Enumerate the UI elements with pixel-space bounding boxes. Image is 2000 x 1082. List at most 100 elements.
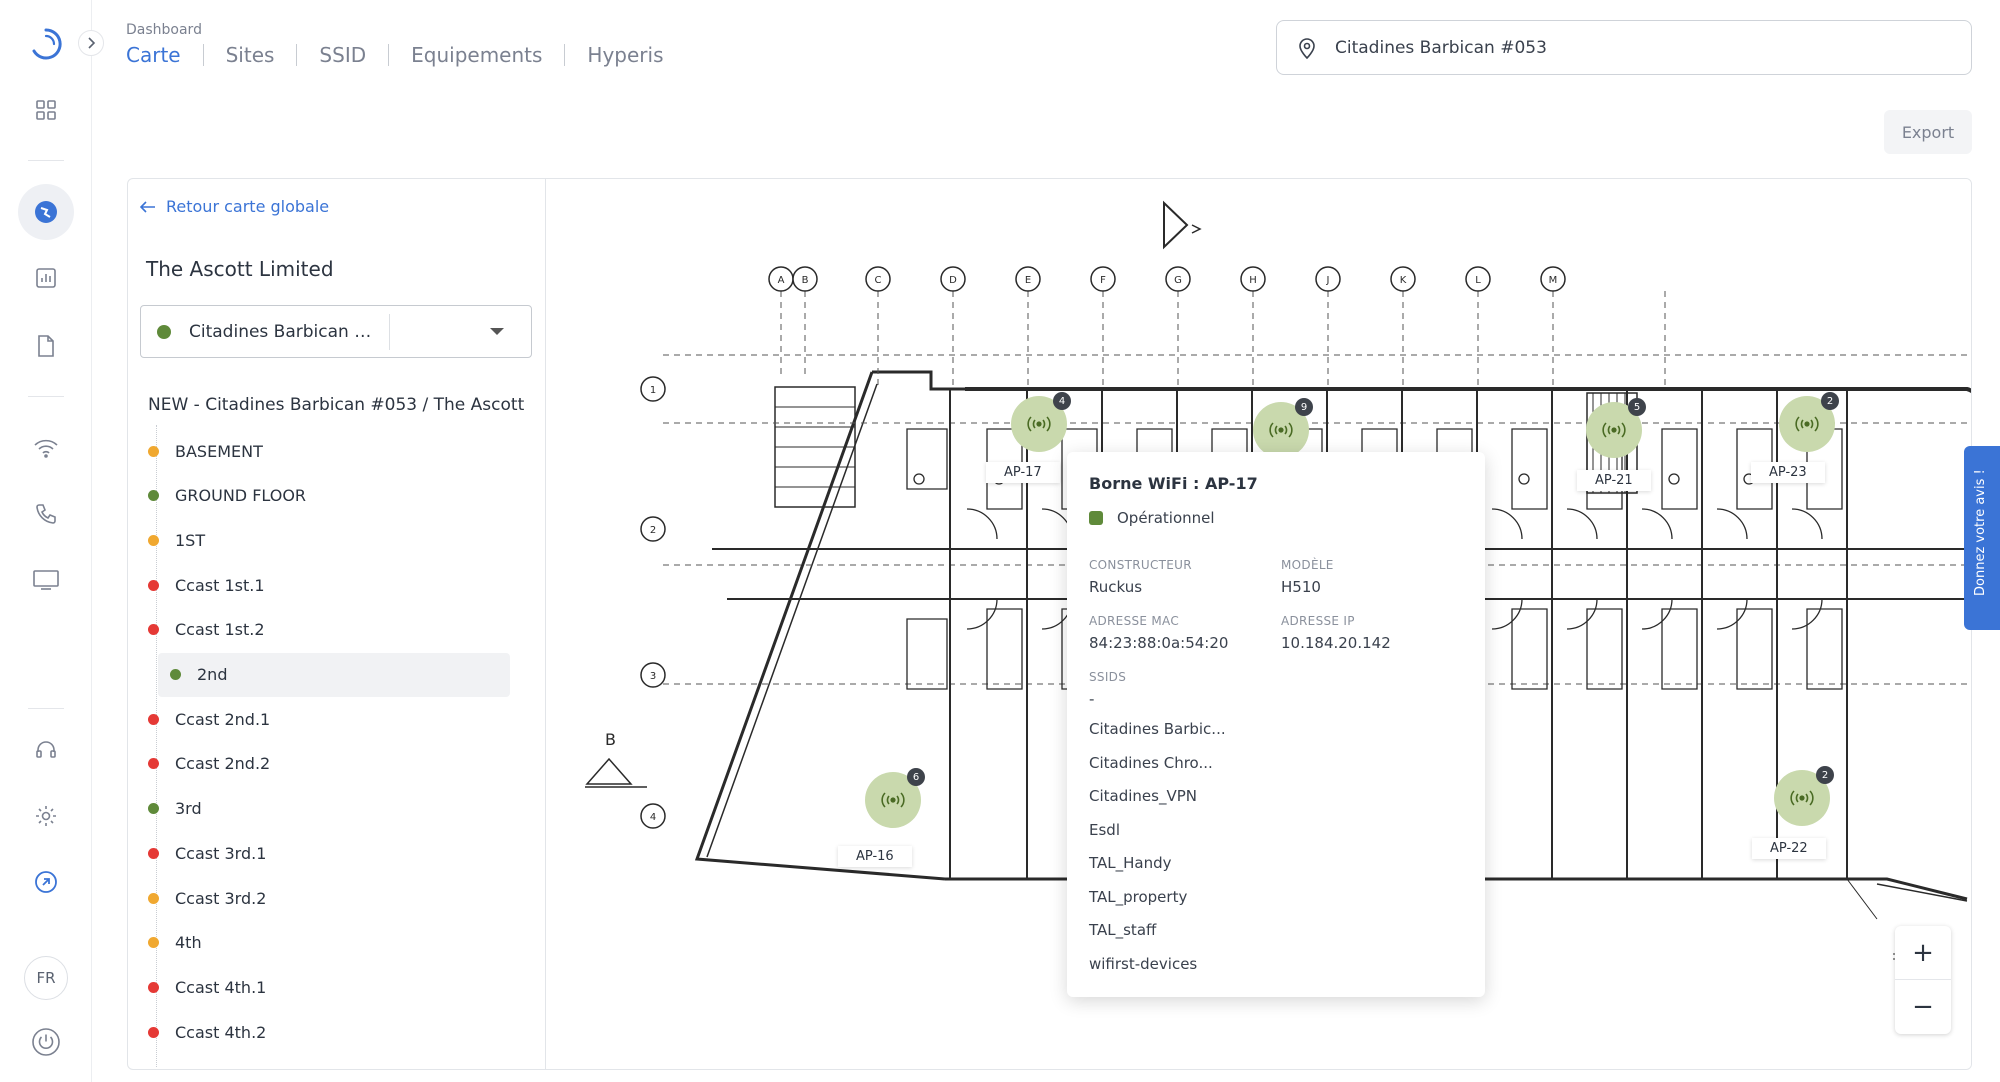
- floor-item[interactable]: Ccast 2nd.2: [148, 742, 500, 786]
- status-square: [1089, 511, 1103, 525]
- ssids-label: SSIDS: [1089, 670, 1127, 684]
- chevron-right-icon: [88, 37, 96, 49]
- floor-item[interactable]: Ccast 1st.1: [148, 563, 500, 607]
- feedback-label: Donnez votre avis !: [1973, 469, 1988, 596]
- ap-count-badge: 5: [1628, 398, 1646, 416]
- site-select[interactable]: Citadines Barbican #053: [140, 305, 532, 358]
- tab-carte[interactable]: Carte: [126, 44, 203, 66]
- floor-status-dot: [148, 579, 159, 591]
- site-panel: Retour carte globale The Ascott Limited …: [128, 179, 546, 1069]
- dashboard-icon[interactable]: [18, 82, 74, 138]
- floor-item[interactable]: Ccast 4th.1: [148, 965, 500, 1009]
- grid-bubble-label: B: [802, 275, 809, 286]
- export-button[interactable]: Export: [1884, 110, 1972, 154]
- floor-item[interactable]: Ccast 3rd.2: [148, 876, 500, 920]
- company-name: The Ascott Limited: [146, 257, 334, 281]
- access-point-marker[interactable]: 4: [1011, 392, 1071, 452]
- map-card: Retour carte globale The Ascott Limited …: [127, 178, 1972, 1070]
- floor-item[interactable]: Ccast 4th.2: [148, 1010, 500, 1054]
- back-to-global-map-link[interactable]: Retour carte globale: [140, 197, 329, 216]
- floor-label: 3rd: [175, 799, 202, 819]
- phone-icon[interactable]: [18, 486, 74, 542]
- access-point-label: AP-16: [838, 846, 912, 867]
- floor-label: Ccast 4th.1: [175, 977, 267, 997]
- stats-icon[interactable]: [18, 250, 74, 306]
- floor-label: Ccast 2nd.1: [175, 709, 271, 729]
- floor-status-dot: [148, 892, 159, 904]
- floor-status-dot: [148, 937, 159, 949]
- access-point-label: AP-22: [1752, 838, 1826, 859]
- settings-icon[interactable]: [18, 788, 74, 844]
- floor-item[interactable]: 3rd: [148, 787, 500, 831]
- grid-bubble-label: 2: [650, 525, 656, 536]
- floor-label: Ccast 4th.2: [175, 1022, 267, 1042]
- floor-status-dot: [148, 758, 159, 770]
- expand-sidebar-button[interactable]: [78, 30, 104, 56]
- mac-label: ADRESSE MAC: [1089, 614, 1180, 628]
- floor-item[interactable]: 2nd: [158, 652, 510, 697]
- floor-item[interactable]: GROUND FLOOR: [148, 474, 500, 518]
- power-icon[interactable]: [18, 1014, 74, 1070]
- floor-item[interactable]: Ccast 3rd.1: [148, 831, 500, 875]
- tab-equipements[interactable]: Equipements: [388, 44, 564, 66]
- app-logo[interactable]: [18, 16, 74, 72]
- floor-item[interactable]: 4th: [148, 921, 500, 965]
- wifi-signal-icon: [1602, 422, 1626, 438]
- floor-label: GROUND FLOOR: [175, 486, 307, 506]
- access-point-marker[interactable]: 6: [865, 768, 925, 828]
- popup-title: Borne WiFi : AP-17: [1089, 474, 1258, 493]
- ssid-item: Esdl: [1089, 820, 1120, 839]
- floor-status-dot: [148, 713, 159, 725]
- feedback-tab[interactable]: Donnez votre avis !: [1964, 446, 2000, 630]
- section-label: B: [605, 730, 616, 749]
- site-select-value: Citadines Barbican #053: [189, 321, 385, 342]
- floor-item[interactable]: Ccast 2nd.1: [148, 697, 500, 741]
- access-point-marker[interactable]: 2: [1774, 766, 1834, 826]
- floor-status-dot: [170, 669, 181, 680]
- grid-bubble-label: G: [1174, 275, 1182, 286]
- floor-label: BASEMENT: [175, 441, 263, 461]
- external-link-icon[interactable]: [18, 854, 74, 910]
- ssid-item: Citadines Barbic...: [1089, 720, 1226, 738]
- tab-sites[interactable]: Sites: [202, 44, 297, 66]
- zoom-out-button[interactable]: −: [1895, 980, 1951, 1034]
- site-status-dot: [157, 324, 171, 339]
- access-point-marker[interactable]: 2: [1779, 392, 1839, 452]
- floor-label: Ccast 2nd.2: [175, 754, 271, 774]
- ssid-item: Citadines_VPN: [1089, 787, 1197, 805]
- wifi-icon[interactable]: [18, 420, 74, 476]
- ssid-item: TAL_property: [1089, 887, 1188, 906]
- floor-label: 2nd: [197, 665, 228, 684]
- grid-bubble-label: M: [1549, 275, 1558, 286]
- tab-ssid[interactable]: SSID: [296, 44, 388, 66]
- floor-item[interactable]: BASEMENT: [148, 429, 500, 473]
- ssid-item: TAL_staff: [1089, 921, 1157, 939]
- floor-status-dot: [148, 981, 159, 993]
- language-button[interactable]: FR: [24, 956, 68, 1000]
- access-point-marker[interactable]: 5: [1586, 398, 1646, 458]
- floor-status-dot: [148, 1026, 159, 1038]
- floor-item[interactable]: Ccast 1st.2: [148, 608, 500, 652]
- tab-hyperis[interactable]: Hyperis: [564, 44, 685, 66]
- grid-bubble-label: F: [1100, 275, 1106, 286]
- zoom-in-button[interactable]: +: [1895, 926, 1951, 980]
- breadcrumb: Dashboard: [126, 22, 202, 38]
- document-icon[interactable]: [18, 318, 74, 374]
- access-point-label: AP-17: [986, 462, 1060, 483]
- access-point-marker[interactable]: 9: [1253, 398, 1313, 458]
- back-label: Retour carte globale: [166, 197, 330, 216]
- site-search-input[interactable]: Citadines Barbican #053: [1276, 20, 1972, 75]
- monitor-icon[interactable]: [18, 552, 74, 608]
- grid-bubble-label: D: [949, 275, 957, 286]
- constructeur-value: Ruckus: [1089, 578, 1143, 596]
- grid-bubble-label: J: [1326, 275, 1330, 286]
- grid-bubble-label: 4: [650, 812, 656, 823]
- wifi-signal-icon: [1269, 422, 1293, 438]
- floor-label: 1ST: [175, 530, 206, 550]
- floor-label: 4th: [175, 933, 202, 953]
- support-icon[interactable]: [18, 722, 74, 778]
- floor-label: Ccast 1st.1: [175, 575, 265, 595]
- map-icon[interactable]: [18, 184, 74, 240]
- floor-status-dot: [148, 445, 159, 457]
- floor-item[interactable]: 1ST: [148, 518, 500, 562]
